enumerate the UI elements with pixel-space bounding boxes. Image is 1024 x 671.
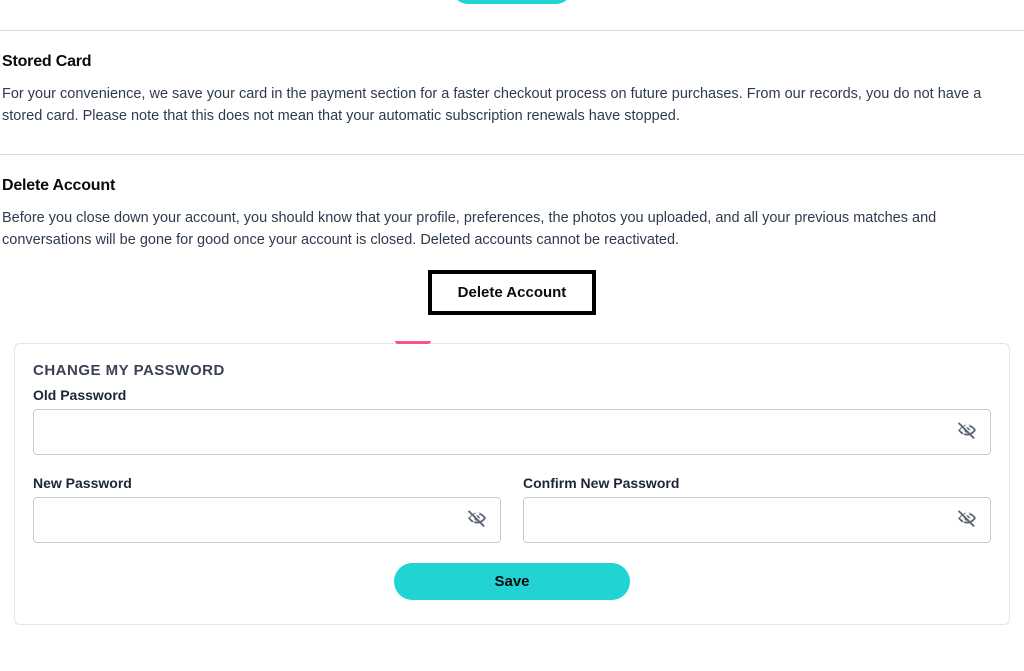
confirm-password-label: Confirm New Password xyxy=(523,475,991,491)
toggle-confirm-password-visibility[interactable] xyxy=(953,506,981,534)
old-password-input-wrap xyxy=(33,409,991,455)
new-password-input-wrap xyxy=(33,497,501,543)
new-password-col: New Password xyxy=(33,475,501,543)
old-password-input[interactable] xyxy=(33,409,991,455)
section-divider xyxy=(0,30,1024,31)
eye-off-icon xyxy=(956,507,978,532)
save-button-row: Save xyxy=(33,563,991,600)
new-password-input[interactable] xyxy=(33,497,501,543)
eye-off-icon xyxy=(956,419,978,444)
change-password-heading: CHANGE MY PASSWORD xyxy=(33,362,991,379)
delete-account-heading: Delete Account xyxy=(2,177,1022,195)
stored-card-text: For your convenience, we save your card … xyxy=(2,83,1022,128)
account-settings-page: Stored Card For your convenience, we sav… xyxy=(0,0,1024,625)
save-button[interactable]: Save xyxy=(394,563,630,600)
cropped-top-button xyxy=(0,0,1024,4)
primary-button-fragment[interactable] xyxy=(452,0,572,4)
old-password-label: Old Password xyxy=(33,387,991,403)
old-password-row: Old Password xyxy=(33,387,991,455)
toggle-new-password-visibility[interactable] xyxy=(463,506,491,534)
delete-account-text: Before you close down your account, you … xyxy=(2,207,1022,252)
delete-account-button[interactable]: Delete Account xyxy=(428,270,597,315)
stored-card-section: Stored Card For your convenience, we sav… xyxy=(0,53,1024,128)
section-divider xyxy=(0,154,1024,155)
new-password-label: New Password xyxy=(33,475,501,491)
confirm-password-input[interactable] xyxy=(523,497,991,543)
stored-card-heading: Stored Card xyxy=(2,53,1022,71)
confirm-password-input-wrap xyxy=(523,497,991,543)
eye-off-icon xyxy=(466,507,488,532)
card-accent-tab xyxy=(395,341,431,344)
delete-button-row: Delete Account xyxy=(2,270,1022,315)
toggle-old-password-visibility[interactable] xyxy=(953,418,981,446)
change-password-card: CHANGE MY PASSWORD Old Password New Pass… xyxy=(14,343,1010,625)
confirm-password-col: Confirm New Password xyxy=(523,475,991,543)
delete-account-section: Delete Account Before you close down you… xyxy=(0,177,1024,315)
